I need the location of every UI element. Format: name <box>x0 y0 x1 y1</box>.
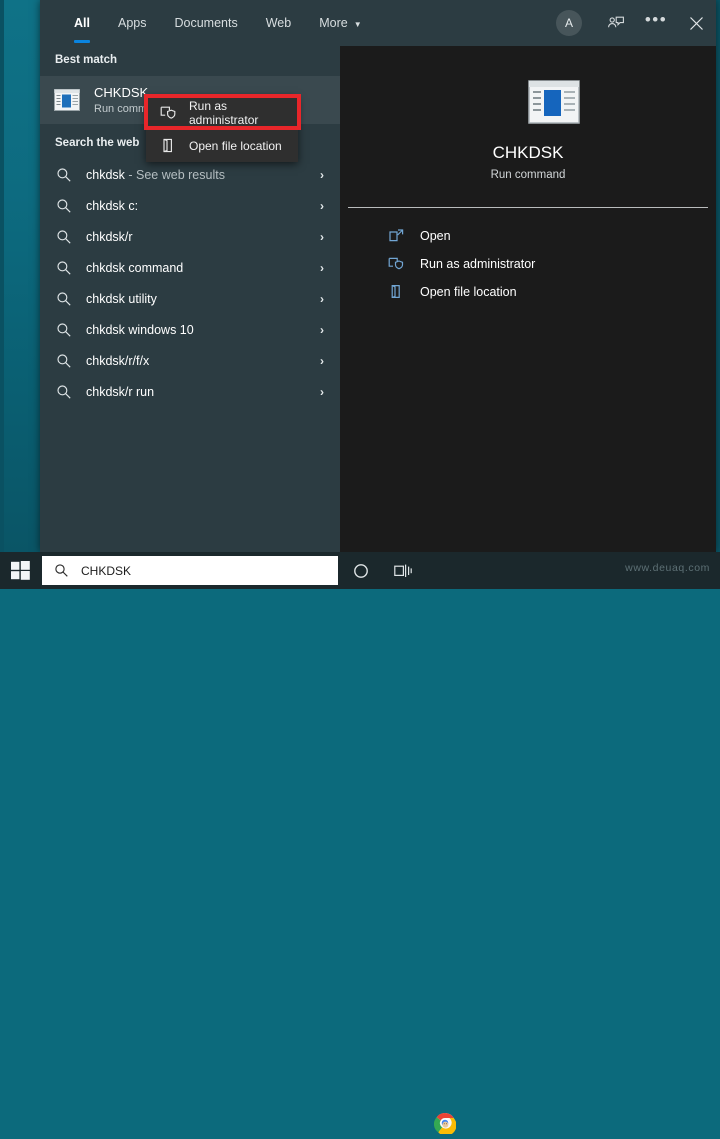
desktop-left-edge <box>0 0 4 552</box>
screen: All Apps Documents Web More ▼ A ••• Best… <box>0 0 720 1136</box>
tab-apps-label: Apps <box>117 16 147 30</box>
windows-start-icon[interactable] <box>0 552 40 589</box>
start-search-window: All Apps Documents Web More ▼ A ••• Best… <box>40 0 716 552</box>
suggestion-row-1[interactable]: chkdsk c: › <box>40 190 340 221</box>
tab-apps[interactable]: Apps <box>104 0 161 46</box>
cortana-circle-icon[interactable] <box>340 552 382 589</box>
search-icon <box>56 260 72 276</box>
search-icon <box>56 322 72 338</box>
suggestion-label-4: chkdsk utility <box>86 291 157 306</box>
suggestion-row-7[interactable]: chkdsk/r run › <box>40 376 340 407</box>
suggestion-row-3[interactable]: chkdsk command › <box>40 252 340 283</box>
chevron-right-icon: › <box>320 260 324 275</box>
preview-content: CHKDSK Run command Open Run as administr… <box>340 0 716 552</box>
chevron-right-icon: › <box>320 384 324 399</box>
suggestion-row-6[interactable]: chkdsk/r/f/x › <box>40 345 340 376</box>
preview-action-label-2: Open file location <box>420 284 517 299</box>
preview-subtitle: Run command <box>490 169 566 181</box>
shield-run-icon <box>388 255 405 272</box>
context-menu-label-0: Run as administrator <box>189 98 259 127</box>
search-icon <box>54 563 69 578</box>
suggestion-row-4[interactable]: chkdsk utility › <box>40 283 340 314</box>
suggestion-row-0[interactable]: chkdsk - See web results › <box>40 159 340 190</box>
suggestion-label-0: chkdsk - See web results <box>86 167 225 182</box>
chkdsk-app-icon <box>54 89 80 111</box>
suggestion-label-3: chkdsk command <box>86 260 184 275</box>
search-icon <box>56 198 72 214</box>
folder-open-icon <box>160 137 177 154</box>
search-icon <box>56 167 72 183</box>
task-view-icon[interactable] <box>382 552 424 589</box>
best-match-heading: Best match <box>55 54 117 66</box>
taskbar: CHKDSK <box>0 552 720 1136</box>
search-icon <box>56 353 72 369</box>
search-icon <box>56 229 72 245</box>
suggestion-label-7: chkdsk/r run <box>86 384 155 399</box>
context-menu-item-run-as-administrator[interactable]: Run as administrator <box>146 96 298 129</box>
preview-action-label-1: Run as administrator <box>420 256 536 271</box>
chevron-right-icon: › <box>320 167 324 182</box>
suggestion-row-5[interactable]: chkdsk windows 10 › <box>40 314 340 345</box>
chevron-right-icon: › <box>320 353 324 368</box>
chevron-right-icon: › <box>320 198 324 213</box>
chrome-icon[interactable] <box>433 1112 457 1136</box>
search-icon <box>56 384 72 400</box>
tab-web[interactable]: Web <box>252 0 305 46</box>
chevron-right-icon: › <box>320 291 324 306</box>
suggestion-label-6: chkdsk/r/f/x <box>86 353 150 368</box>
preview-title: CHKDSK <box>492 143 564 162</box>
search-web-heading: Search the web <box>55 137 140 149</box>
tab-all-label: All <box>74 16 90 30</box>
tab-list: All Apps Documents Web More ▼ <box>60 0 376 46</box>
folder-open-icon <box>388 283 405 300</box>
tab-web-label: Web <box>265 16 292 30</box>
watermark: www.deuaq.com <box>625 562 710 574</box>
preview-divider <box>348 207 708 208</box>
tab-all[interactable]: All <box>60 0 104 46</box>
suggestion-label-1: chkdsk c: <box>86 198 139 213</box>
open-icon <box>388 227 405 244</box>
chevron-right-icon: › <box>320 229 324 244</box>
preview-action-open[interactable]: Open <box>340 222 716 249</box>
tab-documents[interactable]: Documents <box>160 0 251 46</box>
tab-documents-label: Documents <box>174 16 238 30</box>
taskbar-search-box[interactable]: CHKDSK <box>42 556 338 585</box>
preview-action-run-as-administrator[interactable]: Run as administrator <box>340 250 716 277</box>
desktop-right-edge <box>716 0 720 552</box>
preview-action-label-0: Open <box>420 228 451 243</box>
taskbar-search-value: CHKDSK <box>81 563 132 578</box>
search-icon <box>56 291 72 307</box>
shield-run-icon <box>160 104 177 121</box>
chkdsk-app-icon <box>528 80 580 124</box>
preview-action-open-file-location[interactable]: Open file location <box>340 278 716 305</box>
chevron-right-icon: › <box>320 322 324 337</box>
context-menu-label-1: Open file location <box>189 138 282 153</box>
suggestion-label-5: chkdsk windows 10 <box>86 322 194 337</box>
tab-active-underline <box>74 40 90 43</box>
context-menu: Run as administrator Open file location <box>146 96 298 162</box>
context-menu-item-open-file-location[interactable]: Open file location <box>146 129 298 162</box>
suggestion-label-2: chkdsk/r <box>86 229 133 244</box>
suggestion-row-2[interactable]: chkdsk/r › <box>40 221 340 252</box>
